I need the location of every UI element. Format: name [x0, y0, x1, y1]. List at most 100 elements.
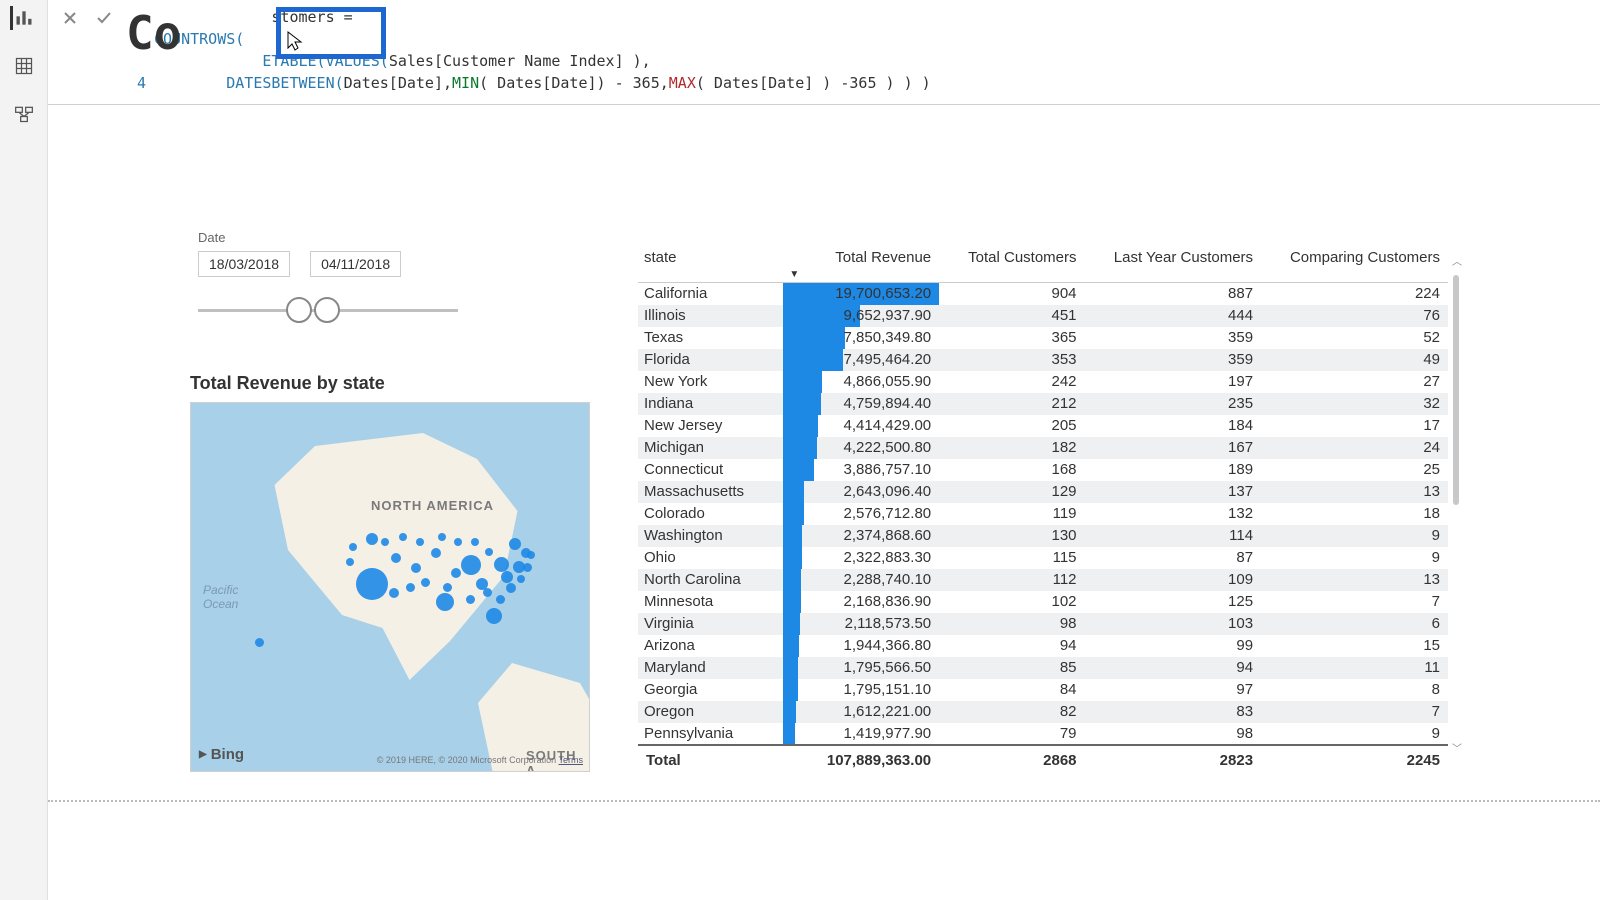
map-bubble[interactable] [349, 543, 357, 551]
table-row[interactable]: New York4,866,055.9024219727 [638, 371, 1448, 393]
table-row[interactable]: Minnesota2,168,836.901021257 [638, 591, 1448, 613]
col-state[interactable]: state [638, 245, 783, 283]
table-row[interactable]: Illinois9,652,937.9045144476 [638, 305, 1448, 327]
scroll-down-icon[interactable]: ﹀ [1452, 740, 1462, 755]
table-scrollbar[interactable]: ︿ ﹀ [1452, 253, 1462, 755]
slider-handle-to[interactable] [314, 297, 340, 323]
map-bubble[interactable] [438, 533, 446, 541]
map-bubble[interactable] [486, 608, 502, 624]
map-bubble[interactable] [416, 538, 424, 546]
table-row[interactable]: Florida7,495,464.2035335949 [638, 349, 1448, 371]
table-row[interactable]: Pennsylvania1,419,977.9079989 [638, 723, 1448, 745]
table-row[interactable]: Indiana4,759,894.4021223532 [638, 393, 1448, 415]
cell-state: North Carolina [638, 569, 783, 591]
cell-ly-customers: 197 [1085, 371, 1262, 393]
cell-ly-customers: 184 [1085, 415, 1262, 437]
map-visual[interactable]: Total Revenue by state NORTH AMERICA SOU… [190, 373, 600, 772]
map-bubble[interactable] [506, 583, 516, 593]
countrows-token: COUNTROWS( [154, 28, 244, 50]
scroll-thumb[interactable] [1453, 275, 1459, 505]
table-row[interactable]: Connecticut3,886,757.1016818925 [638, 459, 1448, 481]
map-bubble[interactable] [454, 538, 462, 546]
cell-revenue: 2,288,740.10 [783, 569, 939, 591]
data-table-visual[interactable]: state Total Revenue Total Customers Last… [638, 245, 1448, 775]
date-from-input[interactable]: 18/03/2018 [198, 251, 290, 277]
cell-state: Arizona [638, 635, 783, 657]
view-rail [0, 0, 48, 900]
map-bubble[interactable] [346, 558, 354, 566]
table-row[interactable]: California19,700,653.20904887224 [638, 283, 1448, 305]
table-row[interactable]: Oregon1,612,221.0082837 [638, 701, 1448, 723]
map-bubble[interactable] [485, 548, 493, 556]
cell-ly-customers: 125 [1085, 591, 1262, 613]
table-row[interactable]: Michigan4,222,500.8018216724 [638, 437, 1448, 459]
cell-state: Maryland [638, 657, 783, 679]
map-bubble[interactable] [421, 578, 430, 587]
map-bubble[interactable] [399, 533, 407, 541]
cell-revenue: 3,886,757.10 [783, 459, 939, 481]
date-slicer[interactable]: Date 18/03/2018 04/11/2018 [198, 230, 458, 325]
cell-state: Georgia [638, 679, 783, 701]
map-bubble[interactable] [527, 551, 535, 559]
map-bubble[interactable] [411, 563, 421, 573]
map-bubble[interactable] [501, 571, 513, 583]
map-terms-link[interactable]: Terms [559, 755, 584, 765]
cell-customers: 82 [939, 701, 1084, 723]
table-row[interactable]: Washington2,374,868.601301149 [638, 525, 1448, 547]
map-bubble[interactable] [451, 568, 461, 578]
map-bubble[interactable] [406, 583, 415, 592]
report-view-icon[interactable] [10, 6, 34, 30]
table-row[interactable]: Georgia1,795,151.1084978 [638, 679, 1448, 701]
table-row[interactable]: Ohio2,322,883.30115879 [638, 547, 1448, 569]
map-bubble[interactable] [461, 555, 481, 575]
date-to-input[interactable]: 04/11/2018 [310, 251, 401, 277]
map-bubble[interactable] [523, 563, 532, 572]
cell-customers: 451 [939, 305, 1084, 327]
map-bubble[interactable] [471, 538, 479, 546]
map-bubble[interactable] [381, 538, 389, 546]
col-comparing-customers[interactable]: Comparing Customers [1261, 245, 1448, 283]
formula-commit-button[interactable] [90, 4, 118, 32]
cell-ly-customers: 94 [1085, 657, 1262, 679]
cell-ly-customers: 359 [1085, 349, 1262, 371]
map-bubble[interactable] [483, 588, 492, 597]
formula-cancel-button[interactable] [56, 4, 84, 32]
map-bubble[interactable] [466, 595, 475, 604]
date-slider[interactable] [198, 295, 458, 325]
scroll-up-icon[interactable]: ︿ [1452, 253, 1462, 268]
cell-comp-customers: 52 [1261, 327, 1448, 349]
table-row[interactable]: Colorado2,576,712.8011913218 [638, 503, 1448, 525]
map-bubble[interactable] [431, 548, 441, 558]
table-row[interactable]: Massachusetts2,643,096.4012913713 [638, 481, 1448, 503]
map-canvas[interactable]: NORTH AMERICA SOUTH A Pacific Ocean [190, 402, 590, 772]
cell-revenue: 4,866,055.90 [783, 371, 939, 393]
map-bubble[interactable] [389, 588, 399, 598]
col-total-revenue[interactable]: Total Revenue [783, 245, 939, 283]
map-bubble[interactable] [366, 533, 378, 545]
map-bubble[interactable] [391, 553, 401, 563]
cell-state: Virginia [638, 613, 783, 635]
map-bubble[interactable] [496, 595, 505, 604]
slider-handle-from[interactable] [286, 297, 312, 323]
cell-revenue: 2,168,836.90 [783, 591, 939, 613]
map-bubble[interactable] [356, 568, 388, 600]
map-bubble[interactable] [255, 638, 264, 647]
table-row[interactable]: North Carolina2,288,740.1011210913 [638, 569, 1448, 591]
formula-editor[interactable]: Co xxxxxxxxxxxxxstomers = COUNTROWS( xxx… [126, 0, 1600, 104]
map-bubble[interactable] [443, 583, 452, 592]
table-row[interactable]: Virginia2,118,573.50981036 [638, 613, 1448, 635]
cell-comp-customers: 6 [1261, 613, 1448, 635]
map-bubble[interactable] [436, 593, 454, 611]
map-bubble[interactable] [517, 575, 525, 583]
model-view-icon[interactable] [12, 102, 36, 126]
table-row[interactable]: Arizona1,944,366.80949915 [638, 635, 1448, 657]
map-bubble[interactable] [494, 557, 509, 572]
table-row[interactable]: New Jersey4,414,429.0020518417 [638, 415, 1448, 437]
table-row[interactable]: Maryland1,795,566.50859411 [638, 657, 1448, 679]
cell-customers: 119 [939, 503, 1084, 525]
col-total-customers[interactable]: Total Customers [939, 245, 1084, 283]
table-row[interactable]: Texas7,850,349.8036535952 [638, 327, 1448, 349]
data-view-icon[interactable] [12, 54, 36, 78]
map-bubble[interactable] [509, 538, 521, 550]
col-last-year-customers[interactable]: Last Year Customers [1085, 245, 1262, 283]
